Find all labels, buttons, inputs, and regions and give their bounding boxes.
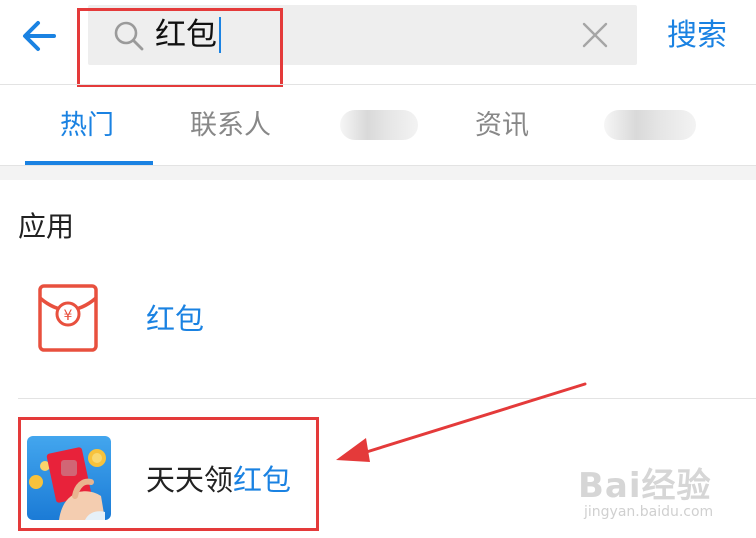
close-icon bbox=[582, 22, 608, 48]
back-button[interactable] bbox=[18, 14, 62, 58]
watermark-main-text: Bai经验 bbox=[578, 466, 712, 506]
back-arrow-icon bbox=[23, 21, 56, 51]
tab-obscured-1[interactable] bbox=[340, 110, 418, 140]
watermark: Bai经验 jingyan.baidu.com bbox=[578, 420, 748, 530]
search-button[interactable]: 搜索 bbox=[667, 13, 727, 59]
section-spacer bbox=[0, 166, 756, 180]
result-title-highlight: 红包 bbox=[146, 302, 205, 336]
tab-hot[interactable]: 热门 bbox=[60, 104, 114, 148]
header-divider bbox=[0, 84, 756, 85]
red-envelope-icon: ¥ bbox=[38, 284, 98, 352]
annotation-arrow bbox=[336, 382, 587, 462]
svg-text:¥: ¥ bbox=[64, 308, 73, 324]
result-item-hongbao[interactable]: ¥ 红包 bbox=[0, 272, 756, 382]
annotation-box-search bbox=[77, 8, 283, 87]
clear-search-button[interactable] bbox=[578, 18, 612, 52]
tab-obscured-2[interactable] bbox=[604, 110, 696, 140]
tab-news[interactable]: 资讯 bbox=[475, 104, 529, 148]
watermark-url: jingyan.baidu.com bbox=[584, 504, 714, 520]
section-title-apps: 应用 bbox=[18, 210, 75, 243]
annotation-box-result bbox=[18, 417, 319, 531]
tab-contacts[interactable]: 联系人 bbox=[190, 104, 271, 148]
result-title: 红包 bbox=[146, 299, 204, 339]
